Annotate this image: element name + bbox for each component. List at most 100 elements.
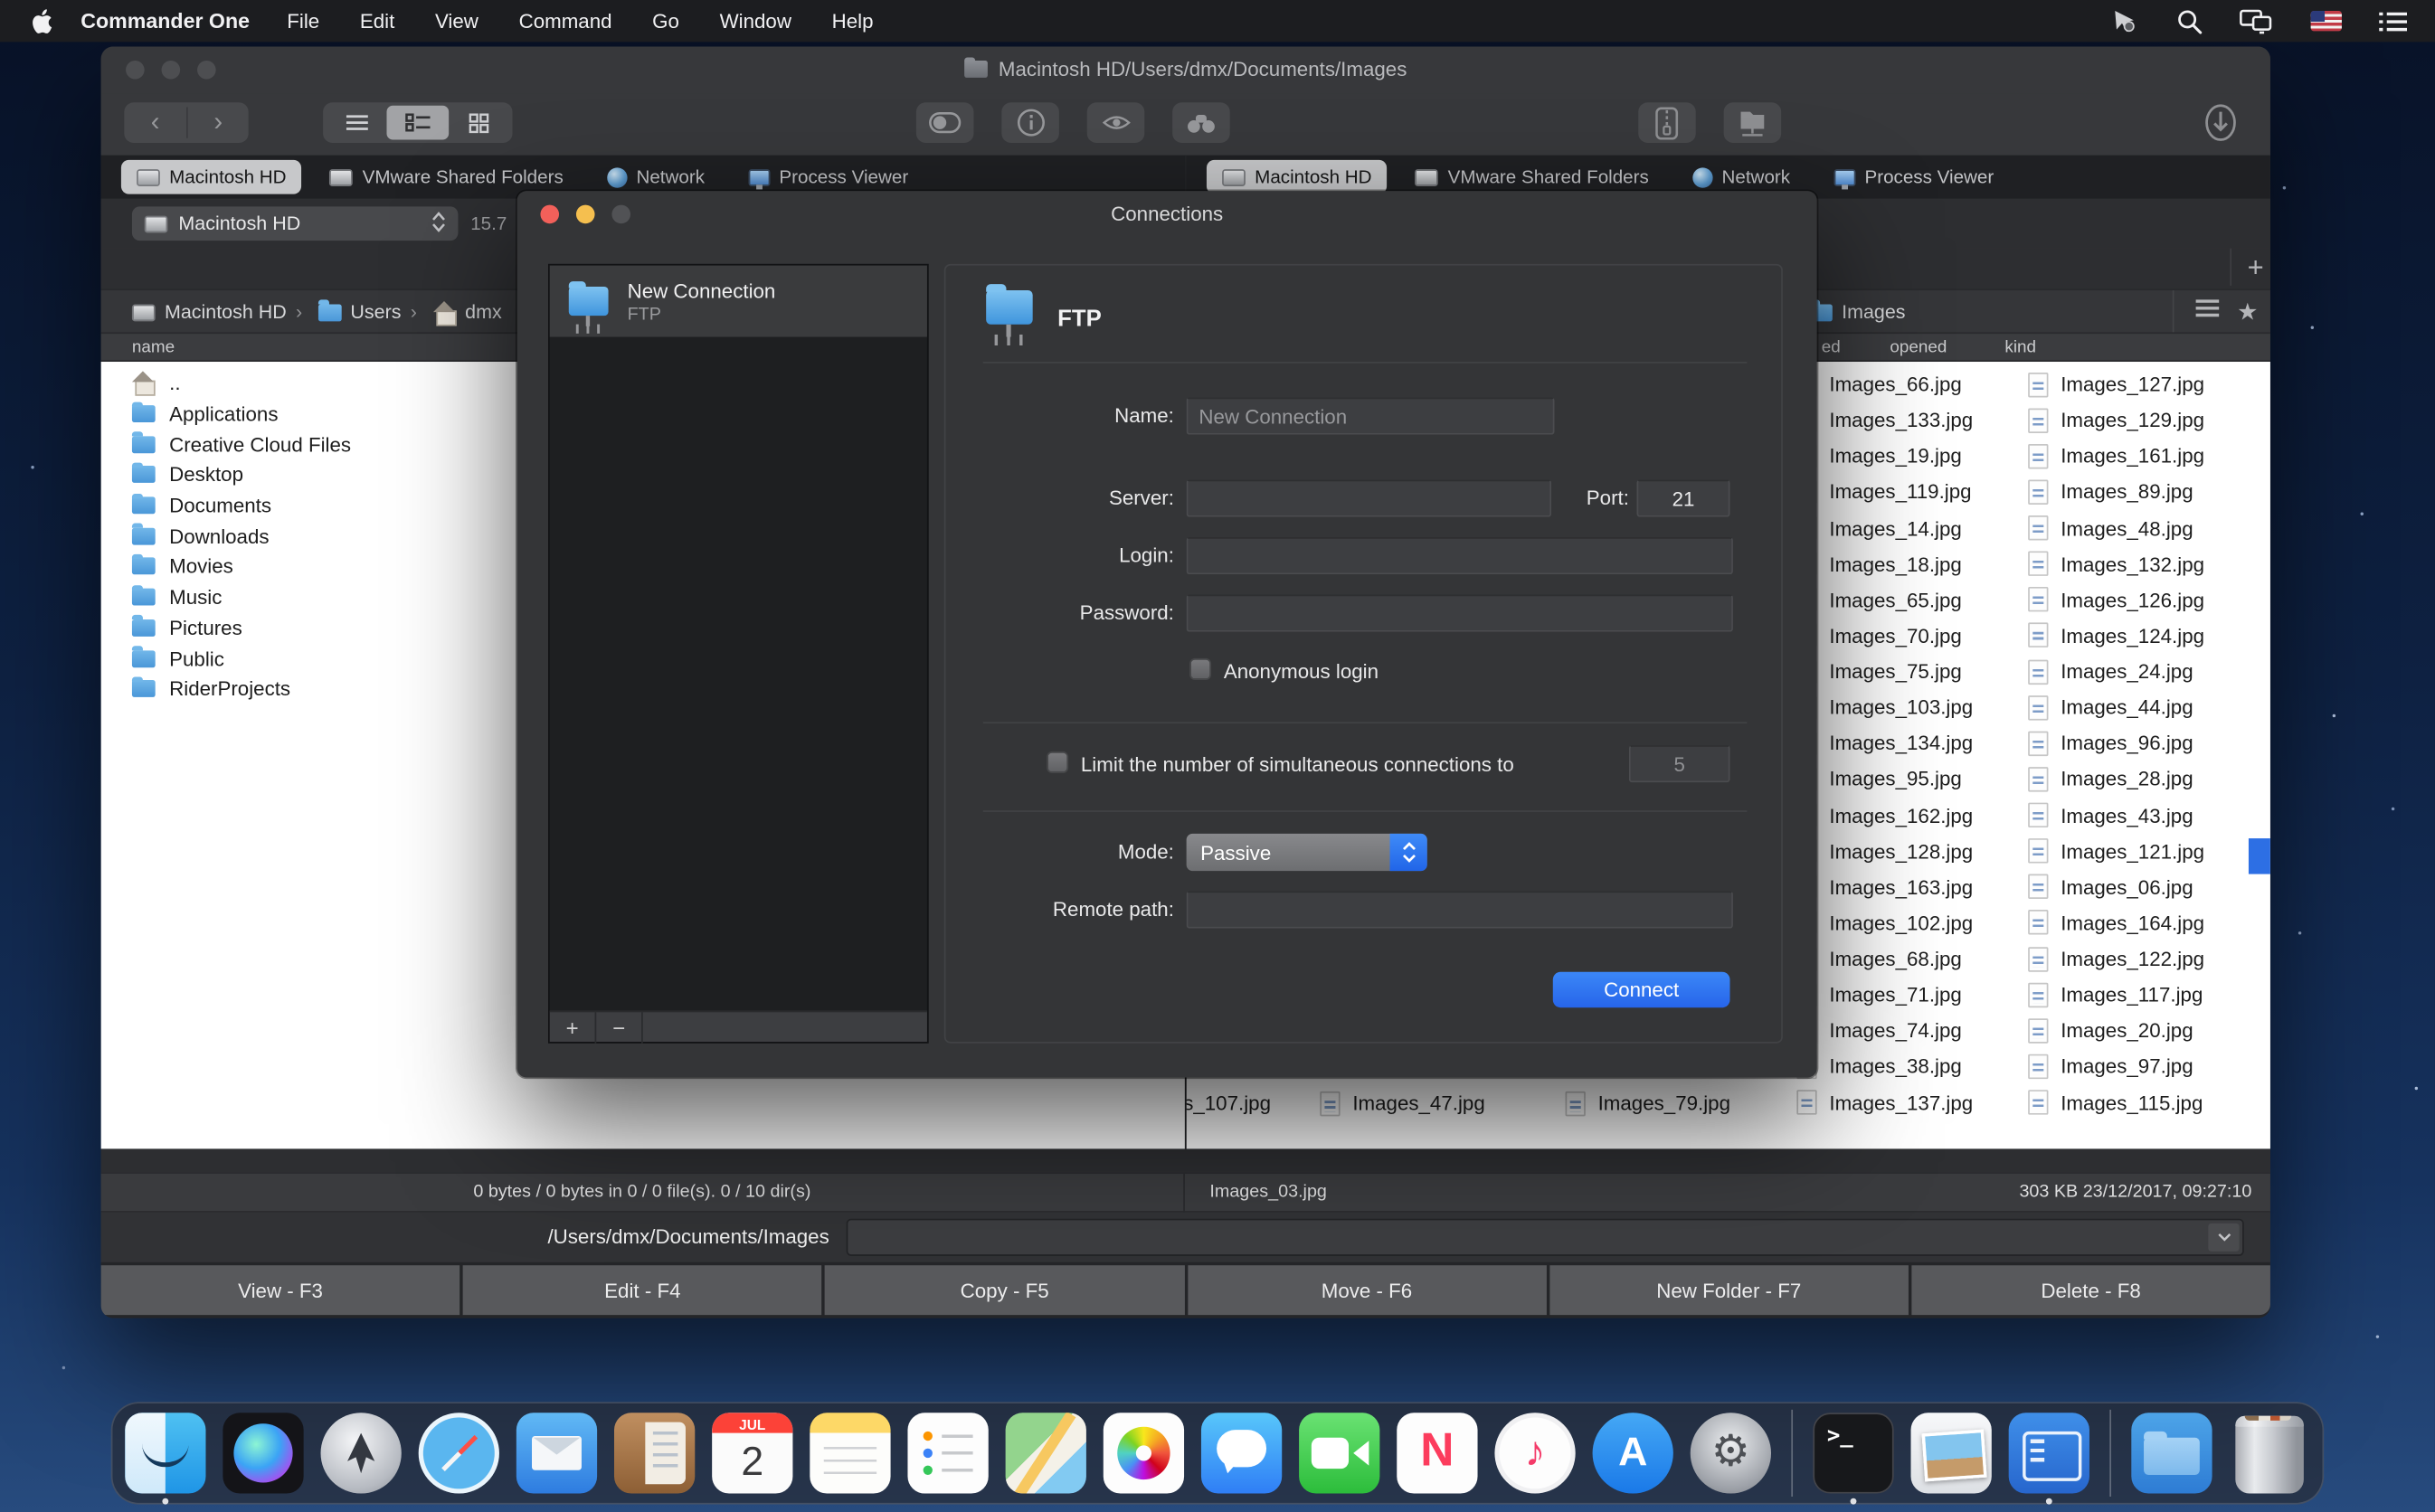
breadcrumb-item[interactable]: Users [296, 301, 401, 323]
dock-item[interactable] [223, 1413, 303, 1493]
file-row[interactable]: Images_119.jpg [1796, 474, 1973, 510]
file-row[interactable]: Images_97.jpg [2028, 1048, 2204, 1084]
menu-item[interactable]: Help [832, 9, 874, 33]
app-icon[interactable] [1006, 1413, 1086, 1493]
function-button[interactable]: Edit - F4 [463, 1265, 822, 1315]
file-row[interactable]: Images_134.jpg [1796, 725, 1973, 761]
file-row[interactable]: Images_103.jpg [1796, 689, 1973, 725]
displays-icon[interactable] [2240, 8, 2274, 33]
app-icon[interactable]: ♪ [1494, 1413, 1575, 1493]
dock-item[interactable]: N [1397, 1413, 1477, 1493]
file-row[interactable]: Images_38.jpg [1796, 1048, 1973, 1084]
dock-item[interactable]: >_ [1813, 1413, 1893, 1493]
apple-menu-icon[interactable] [31, 8, 52, 33]
command-line-input[interactable] [847, 1219, 2244, 1256]
column-header-opened[interactable]: opened [1890, 338, 1947, 357]
app-icon[interactable]: ⚙ [1691, 1413, 1771, 1493]
file-row[interactable]: Images_43.jpg [2028, 798, 2204, 834]
function-button[interactable]: New Folder - F7 [1549, 1265, 1909, 1315]
file-row[interactable]: Images_126.jpg [2028, 581, 2204, 618]
app-icon[interactable] [125, 1413, 205, 1493]
menu-item[interactable]: Go [652, 9, 679, 33]
app-icon[interactable] [2109, 1410, 2111, 1497]
app-icon[interactable] [1299, 1413, 1379, 1493]
archive-zip-button[interactable] [1638, 102, 1696, 143]
toggle-panel-button[interactable] [916, 102, 974, 143]
file-row[interactable]: Images_65.jpg [1796, 581, 1973, 618]
search-binoculars-button[interactable] [1172, 102, 1230, 143]
new-tab-button[interactable]: + [2230, 249, 2260, 286]
app-icon[interactable] [614, 1413, 695, 1493]
pane-tab[interactable]: Process Viewer [733, 160, 924, 194]
menu-item[interactable]: Window [720, 9, 791, 33]
file-row[interactable]: Images_47.jpg [1320, 1085, 1484, 1120]
app-icon[interactable]: JUL 2 [712, 1413, 792, 1493]
file-row[interactable]: Images_28.jpg [2028, 761, 2204, 798]
breadcrumb-item[interactable]: dmx [411, 301, 502, 323]
limit-connections-checkbox[interactable] [1047, 751, 1068, 773]
app-icon[interactable]: N [1397, 1413, 1477, 1493]
function-button[interactable]: Move - F6 [1188, 1265, 1547, 1315]
name-field[interactable] [1187, 398, 1555, 435]
app-icon[interactable] [321, 1413, 402, 1493]
pane-tab[interactable]: Network [1677, 160, 1806, 194]
menu-item[interactable]: Command [519, 9, 612, 33]
file-row[interactable]: Images_20.jpg [2028, 1013, 2204, 1049]
connect-button[interactable]: Connect [1553, 972, 1730, 1007]
dock-item[interactable] [1299, 1413, 1379, 1493]
grid-view-button[interactable] [449, 106, 510, 140]
app-icon[interactable] [907, 1413, 988, 1493]
dock-item[interactable]: A [1593, 1413, 1673, 1493]
mode-dropdown[interactable]: Passive [1187, 834, 1427, 871]
remove-connection-button[interactable]: − [596, 1012, 643, 1043]
menu-item[interactable]: Edit [360, 9, 394, 33]
dock-item[interactable] [810, 1413, 890, 1493]
dialog-title-bar[interactable]: Connections [517, 191, 1817, 234]
dock-item[interactable] [125, 1413, 205, 1493]
app-icon[interactable] [1201, 1413, 1282, 1493]
dock-item[interactable] [2131, 1413, 2212, 1493]
file-row[interactable]: Images_102.jpg [1796, 905, 1973, 941]
dock-item[interactable]: ♪ [1494, 1413, 1575, 1493]
dock-item[interactable] [516, 1413, 597, 1493]
file-row[interactable]: Images_161.jpg [2028, 439, 2204, 475]
file-row[interactable]: Images_163.jpg [1796, 869, 1973, 905]
login-field[interactable] [1187, 537, 1733, 574]
function-button[interactable]: Delete - F8 [1911, 1265, 2270, 1315]
quick-look-eye-button[interactable] [1087, 102, 1145, 143]
back-button[interactable]: ‹ [124, 107, 186, 137]
dock-item[interactable] [1911, 1413, 1992, 1493]
dock-item[interactable] [419, 1413, 499, 1493]
connection-list-item[interactable]: New Connection FTP [550, 266, 927, 337]
anonymous-login-checkbox[interactable] [1189, 658, 1211, 680]
app-icon[interactable] [1104, 1413, 1184, 1493]
app-icon[interactable] [2009, 1413, 2089, 1493]
dock-item[interactable] [1006, 1413, 1086, 1493]
file-row[interactable]: Images_48.jpg [2028, 510, 2204, 546]
dock-item[interactable] [2229, 1413, 2309, 1493]
file-row[interactable]: Images_66.jpg [1796, 366, 1973, 402]
active-app-name[interactable]: Commander One [81, 9, 250, 33]
app-icon[interactable]: A [1593, 1413, 1673, 1493]
detail-view-button[interactable] [387, 106, 449, 140]
file-row[interactable]: Images_122.jpg [2028, 940, 2204, 977]
file-row[interactable]: Images_132.jpg [2028, 546, 2204, 582]
file-row[interactable]: Images_117.jpg [2028, 977, 2204, 1013]
column-header-created[interactable]: ed [1822, 338, 1841, 357]
file-row[interactable]: Images_115.jpg [2028, 1084, 2204, 1120]
file-row[interactable]: Images_96.jpg [2028, 725, 2204, 761]
limit-count-field[interactable] [1629, 745, 1730, 782]
info-button[interactable] [1001, 102, 1059, 143]
file-row[interactable]: Images_06.jpg [2028, 869, 2204, 905]
file-row[interactable]: Images_18.jpg [1796, 546, 1973, 582]
file-row[interactable]: s_107.jpg [1187, 1085, 1271, 1120]
app-icon[interactable] [1911, 1413, 1992, 1493]
dock-item[interactable] [614, 1413, 695, 1493]
column-header-kind[interactable]: kind [2004, 338, 2036, 357]
port-field[interactable] [1637, 479, 1730, 516]
drive-select[interactable]: Macintosh HD [132, 206, 459, 241]
remote-path-field[interactable] [1187, 891, 1733, 928]
network-connect-button[interactable] [1724, 102, 1782, 143]
file-row[interactable]: Images_124.jpg [2028, 618, 2204, 654]
history-chevron-icon[interactable] [2208, 1224, 2239, 1252]
